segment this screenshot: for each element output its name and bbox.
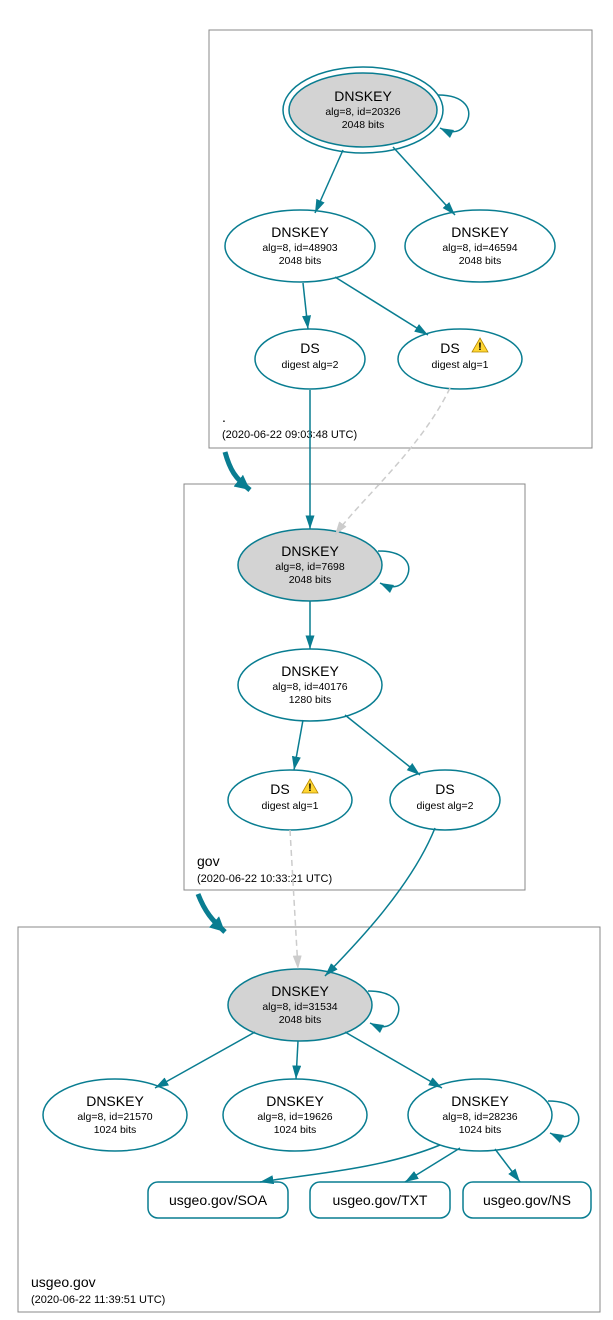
zone-gov-date: (2020-06-22 10:33:21 UTC) — [197, 873, 332, 885]
node-root-zsk1: DNSKEY alg=8, id=48903 2048 bits — [225, 210, 375, 282]
edge-gov-zsk-ds2 — [345, 715, 420, 775]
node-root-zsk2: DNSKEY alg=8, id=46594 2048 bits — [405, 210, 555, 282]
node-root-zsk2-line2: 2048 bits — [459, 255, 502, 267]
zone-root-label: . — [222, 409, 226, 425]
edge-root-ksk-zsk2 — [393, 147, 455, 215]
zone-usgeo-date: (2020-06-22 11:39:51 UTC) — [31, 1294, 165, 1306]
edge-usgeo-ksk-zska — [155, 1032, 255, 1088]
node-usgeo-zsk-a: DNSKEY alg=8, id=21570 1024 bits — [43, 1079, 187, 1151]
edge-gov-ksk-self — [378, 551, 409, 587]
node-gov-ds1-title: DS — [270, 781, 289, 797]
node-usgeo-zskc-title: DNSKEY — [451, 1093, 509, 1109]
node-usgeo-ksk-line2: 2048 bits — [279, 1014, 322, 1026]
node-root-zsk1-line1: alg=8, id=48903 — [262, 242, 337, 254]
node-gov-ksk-line2: 2048 bits — [289, 574, 332, 586]
zone-usgeo-label: usgeo.gov — [31, 1274, 96, 1290]
node-root-zsk1-title: DNSKEY — [271, 224, 329, 240]
edge-gov-to-usgeo-zone — [198, 894, 225, 932]
node-usgeo-ksk-line1: alg=8, id=31534 — [262, 1001, 337, 1013]
node-root-ksk: DNSKEY alg=8, id=20326 2048 bits — [283, 67, 443, 153]
node-root-zsk2-line1: alg=8, id=46594 — [442, 242, 517, 254]
node-usgeo-zskc-line2: 1024 bits — [459, 1124, 502, 1136]
edge-root-zsk1-ds1 — [335, 277, 428, 335]
node-root-ds1-line1: digest alg=1 — [432, 359, 489, 371]
node-gov-ksk-line1: alg=8, id=7698 — [275, 561, 345, 573]
zone-gov-label: gov — [197, 853, 220, 869]
node-root-ds2-title: DS — [300, 340, 319, 356]
node-root-ds2: DS digest alg=2 — [255, 329, 365, 389]
edge-usgeo-zskc-ns — [495, 1149, 520, 1182]
zone-root-date: (2020-06-22 09:03:48 UTC) — [222, 429, 357, 441]
node-gov-zsk-title: DNSKEY — [281, 663, 339, 679]
node-root-ds2-line1: digest alg=2 — [282, 359, 339, 371]
node-usgeo-zska-line1: alg=8, id=21570 — [77, 1111, 152, 1123]
edge-root-ds1-gov-ksk — [335, 388, 450, 535]
rr-txt-text: usgeo.gov/TXT — [333, 1192, 428, 1208]
node-root-zsk1-line2: 2048 bits — [279, 255, 322, 267]
node-usgeo-zska-title: DNSKEY — [86, 1093, 144, 1109]
edge-gov-ds1-usgeo-ksk — [290, 830, 298, 969]
svg-text:!: ! — [478, 341, 482, 353]
edge-usgeo-ksk-self — [368, 991, 399, 1027]
node-usgeo-zsk-c: DNSKEY alg=8, id=28236 1024 bits — [408, 1079, 552, 1151]
node-root-ksk-line1: alg=8, id=20326 — [325, 106, 400, 118]
node-gov-ds2: DS digest alg=2 — [390, 770, 500, 830]
node-gov-ksk: DNSKEY alg=8, id=7698 2048 bits — [238, 529, 382, 601]
edge-root-zsk1-ds2 — [303, 283, 308, 329]
node-usgeo-zskb-title: DNSKEY — [266, 1093, 324, 1109]
node-gov-ds1-line1: digest alg=1 — [262, 800, 319, 812]
node-gov-zsk: DNSKEY alg=8, id=40176 1280 bits — [238, 649, 382, 721]
node-root-ds1: DS digest alg=1 ! — [398, 329, 522, 389]
node-gov-ds2-title: DS — [435, 781, 454, 797]
rr-txt: usgeo.gov/TXT — [310, 1182, 450, 1218]
edge-usgeo-zskc-self — [548, 1101, 579, 1137]
node-gov-ds2-line1: digest alg=2 — [417, 800, 474, 812]
edge-gov-ds2-usgeo-ksk — [325, 828, 435, 976]
node-usgeo-zskc-line1: alg=8, id=28236 — [442, 1111, 517, 1123]
node-usgeo-ksk: DNSKEY alg=8, id=31534 2048 bits — [228, 969, 372, 1041]
edge-usgeo-zskc-txt — [405, 1148, 460, 1182]
rr-soa-text: usgeo.gov/SOA — [169, 1192, 268, 1208]
node-usgeo-zskb-line1: alg=8, id=19626 — [257, 1111, 332, 1123]
node-root-zsk2-title: DNSKEY — [451, 224, 509, 240]
node-gov-ds1: DS digest alg=1 ! — [228, 770, 352, 830]
edge-usgeo-ksk-zskc — [345, 1032, 442, 1088]
node-root-ksk-title: DNSKEY — [334, 88, 392, 104]
node-gov-ksk-title: DNSKEY — [281, 543, 339, 559]
node-gov-zsk-line2: 1280 bits — [289, 694, 332, 706]
svg-text:!: ! — [308, 782, 312, 794]
node-root-ksk-line2: 2048 bits — [342, 119, 385, 131]
node-usgeo-zsk-b: DNSKEY alg=8, id=19626 1024 bits — [223, 1079, 367, 1151]
edge-usgeo-ksk-zskb — [296, 1041, 298, 1079]
node-gov-zsk-line1: alg=8, id=40176 — [272, 681, 347, 693]
node-usgeo-zskb-line2: 1024 bits — [274, 1124, 317, 1136]
node-usgeo-zska-line2: 1024 bits — [94, 1124, 137, 1136]
edge-gov-zsk-ds1 — [294, 720, 303, 770]
edge-root-ksk-zsk1 — [315, 150, 343, 213]
rr-soa: usgeo.gov/SOA — [148, 1182, 288, 1218]
node-root-ds1-title: DS — [440, 340, 459, 356]
rr-ns-text: usgeo.gov/NS — [483, 1192, 571, 1208]
rr-ns: usgeo.gov/NS — [463, 1182, 591, 1218]
node-usgeo-ksk-title: DNSKEY — [271, 983, 329, 999]
